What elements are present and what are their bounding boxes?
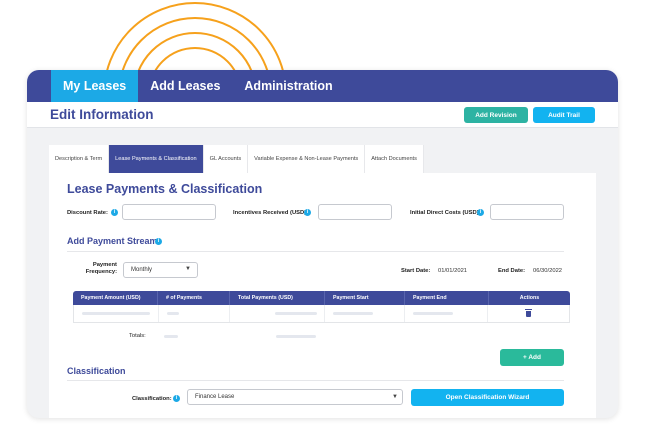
trash-icon[interactable] bbox=[525, 308, 533, 317]
info-icon[interactable]: i bbox=[304, 209, 311, 216]
page-title: Edit Information bbox=[50, 107, 154, 122]
top-nav: My Leases Add Leases Administration bbox=[27, 70, 618, 102]
start-date-label: Start Date: bbox=[401, 268, 431, 274]
nav-tab-my-leases[interactable]: My Leases bbox=[51, 70, 139, 102]
tab-lease-payments[interactable]: Lease Payments & Classification bbox=[109, 145, 204, 173]
incentives-label: Incentives Received (USD) bbox=[233, 210, 307, 216]
info-icon[interactable]: i bbox=[155, 238, 162, 245]
tab-gl-accounts[interactable]: GL Accounts bbox=[203, 145, 249, 173]
classification-select[interactable]: Finance Lease bbox=[187, 389, 403, 405]
add-revision-button[interactable]: Add Revision bbox=[464, 107, 528, 123]
discount-rate-input[interactable] bbox=[122, 204, 216, 220]
tab-description-term[interactable]: Description & Term bbox=[49, 145, 110, 173]
column-header: Payment End bbox=[405, 291, 489, 305]
start-date-value: 01/01/2021 bbox=[438, 268, 468, 274]
form-tabs: Description & Term Lease Payments & Clas… bbox=[49, 145, 424, 173]
section-title: Lease Payments & Classification bbox=[67, 182, 263, 196]
end-date-label: End Date: bbox=[498, 268, 526, 274]
add-payment-button[interactable]: + Add bbox=[500, 349, 564, 366]
classification-title: Classification bbox=[67, 366, 126, 376]
info-icon[interactable]: i bbox=[111, 209, 118, 216]
payment-frequency-label: Payment Frequency: bbox=[85, 262, 117, 275]
info-icon[interactable]: i bbox=[173, 395, 180, 402]
decorative-arcs bbox=[100, 0, 290, 72]
table-row bbox=[73, 305, 570, 323]
end-date-value: 06/30/2022 bbox=[533, 268, 563, 274]
chevron-down-icon: ▼ bbox=[185, 266, 191, 272]
column-header: Actions bbox=[519, 295, 540, 301]
totals-label: Totals: bbox=[129, 333, 146, 339]
tab-attach-documents[interactable]: Attach Documents bbox=[365, 145, 424, 173]
nav-tab-administration[interactable]: Administration bbox=[232, 70, 344, 102]
tab-variable-expense[interactable]: Variable Expense & Non-Lease Payments bbox=[248, 145, 366, 173]
incentives-input[interactable] bbox=[318, 204, 392, 220]
chevron-down-icon: ▼ bbox=[392, 394, 398, 400]
column-header: Total Payments (USD) bbox=[230, 291, 325, 305]
discount-rate-label: Discount Rate: bbox=[67, 210, 108, 216]
initial-direct-costs-input[interactable] bbox=[490, 204, 564, 220]
page-header: Edit Information Add Revision Audit Trai… bbox=[27, 102, 618, 128]
app-window: My Leases Add Leases Administration Edit… bbox=[27, 70, 618, 418]
nav-tab-add-leases[interactable]: Add Leases bbox=[138, 70, 232, 102]
initial-direct-costs-label: Initial Direct Costs (USD) bbox=[410, 210, 479, 216]
classification-label: Classification: bbox=[132, 396, 172, 402]
column-header: # of Payments bbox=[158, 291, 230, 305]
column-header: Payment Amount (USD) bbox=[73, 291, 158, 305]
open-classification-wizard-button[interactable]: Open Classification Wizard bbox=[411, 389, 564, 406]
column-header: Payment Start bbox=[325, 291, 405, 305]
info-icon[interactable]: i bbox=[477, 209, 484, 216]
payment-table-header: Payment Amount (USD) # of Payments Total… bbox=[73, 291, 570, 305]
payment-stream-title: Add Payment Stream bbox=[67, 236, 158, 246]
audit-trail-button[interactable]: Audit Trail bbox=[533, 107, 595, 123]
